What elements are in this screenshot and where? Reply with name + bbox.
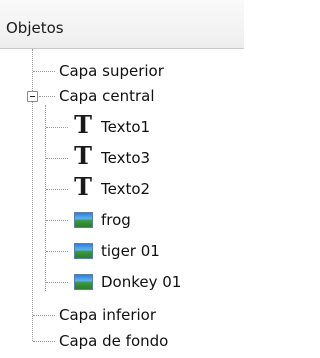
object-tree: Capa superior Capa central T Texto1 T Te… <box>0 49 244 358</box>
panel-header: Objetos <box>0 0 244 49</box>
text-object-icon: T <box>74 172 92 201</box>
text-object-icon: T <box>74 141 92 170</box>
tree-item-label: Donkey 01 <box>101 273 182 291</box>
image-object-icon <box>74 243 93 259</box>
collapse-icon[interactable] <box>27 91 38 102</box>
tree-item-label: Capa central <box>59 87 155 105</box>
panel-title: Objetos <box>6 19 64 37</box>
tree-connector <box>33 71 55 72</box>
image-object-icon <box>74 212 93 228</box>
tree-connector <box>46 251 68 252</box>
tree-item-label: Capa superior <box>59 62 164 80</box>
tree-connector <box>46 127 68 128</box>
tree-connector <box>46 189 68 190</box>
tree-item-label: Capa inferior <box>59 306 157 324</box>
tree-connector <box>46 158 68 159</box>
image-object-icon <box>74 274 93 290</box>
objects-panel: Objetos Capa superior Capa central T Tex… <box>0 0 244 358</box>
tree-item-label: tiger 01 <box>101 242 160 260</box>
tree-item-label: frog <box>101 211 131 229</box>
tree-item-label: Texto3 <box>101 149 151 167</box>
tree-connector <box>46 282 68 283</box>
text-object-icon: T <box>74 110 92 139</box>
tree-connector <box>45 105 46 291</box>
tree-connector <box>33 315 55 316</box>
tree-item-label: Texto2 <box>101 180 151 198</box>
tree-connector <box>33 341 55 342</box>
tree-item-label: Texto1 <box>101 118 151 136</box>
tree-item-label: Capa de fondo <box>59 332 169 350</box>
tree-connector <box>39 96 55 97</box>
tree-connector <box>46 220 68 221</box>
